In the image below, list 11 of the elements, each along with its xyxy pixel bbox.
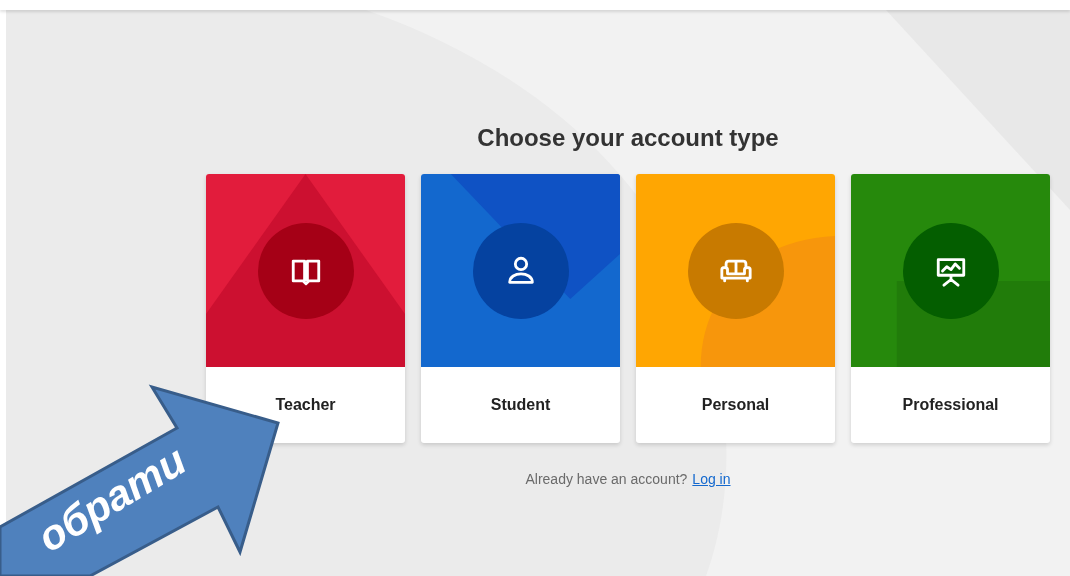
account-type-card[interactable]: Student: [421, 174, 620, 443]
login-link[interactable]: Log in: [692, 469, 731, 490]
card-label: Student: [490, 395, 551, 415]
card-label: Personal: [701, 395, 770, 415]
login-prompt: Already have an account?: [525, 470, 688, 489]
account-type-card[interactable]: Professional: [851, 174, 1050, 443]
card-label: Professional: [902, 395, 999, 415]
account-type-card[interactable]: Personal: [636, 174, 835, 443]
page-title: Choose your account type: [477, 123, 779, 153]
account-type-card[interactable]: Teacher: [206, 174, 405, 443]
card-label: Teacher: [275, 395, 336, 415]
